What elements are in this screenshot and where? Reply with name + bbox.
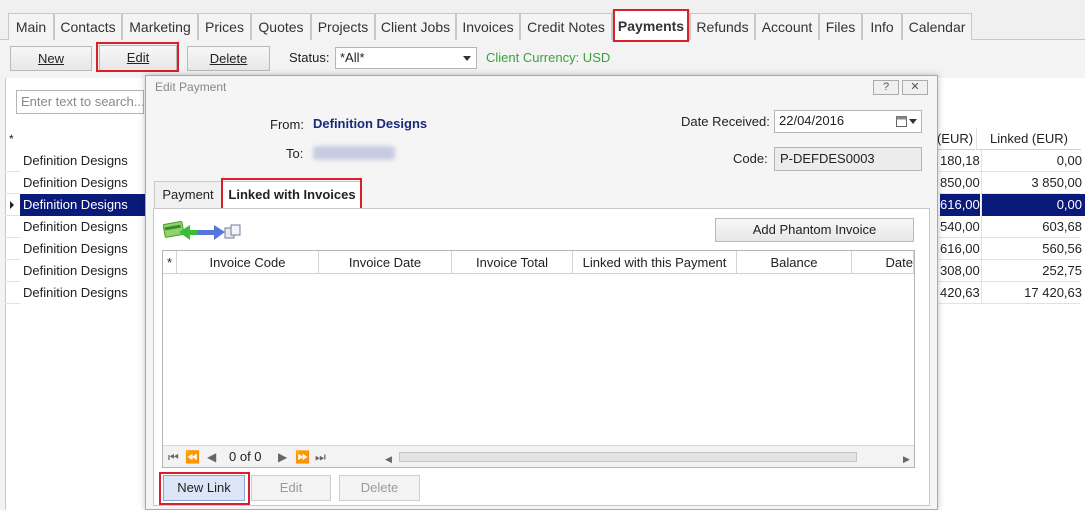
tab-contacts[interactable]: Contacts bbox=[54, 13, 122, 40]
tab-prices[interactable]: Prices bbox=[198, 13, 251, 40]
cell-linked: 3 850,00 bbox=[981, 172, 1085, 194]
cell-name: Definition Designs bbox=[20, 172, 146, 194]
cell-linked: 252,75 bbox=[981, 260, 1085, 282]
calendar-icon bbox=[896, 116, 907, 127]
cell-linked: 0,00 bbox=[981, 150, 1085, 172]
help-icon[interactable]: ? bbox=[873, 80, 899, 95]
chevron-down-icon bbox=[463, 56, 471, 61]
status-select[interactable]: *All* bbox=[335, 47, 477, 69]
cell-eur: 540,00 bbox=[940, 219, 980, 234]
new-link-button[interactable]: New Link bbox=[163, 475, 245, 501]
tab-main[interactable]: Main bbox=[8, 13, 54, 40]
column-header-indicator: * bbox=[163, 251, 177, 274]
previous-page-icon[interactable]: ⏪ bbox=[185, 449, 200, 465]
tab-refunds[interactable]: Refunds bbox=[690, 13, 755, 40]
cell-eur: 308,00 bbox=[940, 263, 980, 278]
tab-payment[interactable]: Payment bbox=[154, 181, 222, 209]
cell-name: Definition Designs bbox=[20, 260, 146, 282]
add-phantom-invoice-button[interactable]: Add Phantom Invoice bbox=[715, 218, 914, 242]
horizontal-scrollbar[interactable] bbox=[399, 452, 857, 462]
edit-button[interactable]: Edit bbox=[99, 45, 177, 71]
date-received-input[interactable]: 22/04/2016 bbox=[774, 110, 922, 133]
delete-link-button[interactable]: Delete bbox=[339, 475, 420, 501]
cell-linked: 0,00 bbox=[981, 194, 1085, 216]
cell-name: Definition Designs bbox=[20, 282, 146, 304]
chevron-down-icon bbox=[909, 119, 917, 124]
tab-marketing[interactable]: Marketing bbox=[122, 13, 198, 40]
tab-files[interactable]: Files bbox=[819, 13, 862, 40]
column-header-linked-eur[interactable]: Linked (EUR) bbox=[976, 128, 1081, 150]
status-select-value: *All* bbox=[340, 50, 365, 65]
new-row-indicator: * bbox=[9, 132, 14, 146]
from-value: Definition Designs bbox=[313, 116, 428, 131]
close-icon[interactable]: ✕ bbox=[902, 80, 928, 95]
cell-eur: 850,00 bbox=[940, 175, 980, 190]
column-header-invoice-date[interactable]: Invoice Date bbox=[319, 251, 452, 274]
delete-button[interactable]: Delete bbox=[187, 46, 270, 71]
new-button[interactable]: New bbox=[10, 46, 92, 71]
tab-info[interactable]: Info bbox=[862, 13, 902, 40]
next-record-icon[interactable]: ▶ bbox=[278, 449, 287, 465]
tab-credit-notes[interactable]: Credit Notes bbox=[520, 13, 612, 40]
last-page-icon[interactable]: ⏭ bbox=[315, 449, 326, 465]
cell-eur: 616,00 bbox=[940, 194, 980, 216]
dialog-title: Edit Payment bbox=[146, 76, 937, 98]
cell-eur: 180,18 bbox=[940, 153, 980, 168]
date-received-label: Date Received: bbox=[681, 114, 770, 129]
column-header-eur[interactable]: (EUR) bbox=[935, 128, 975, 150]
new-button-label: New bbox=[37, 51, 64, 66]
column-header-date[interactable]: Date bbox=[852, 251, 914, 274]
cell-eur: 420,63 bbox=[940, 285, 980, 300]
column-header-invoice-code[interactable]: Invoice Code bbox=[177, 251, 319, 274]
edit-link-button[interactable]: Edit bbox=[251, 475, 331, 501]
cell-name: Definition Designs bbox=[20, 216, 146, 238]
from-label: From: bbox=[270, 117, 304, 132]
grid-navigator: ⏮ ⏪ ◀ 0 of 0 ▶ ⏩ ⏭ ◀ ▶ bbox=[163, 445, 914, 467]
cell-name: Definition Designs bbox=[20, 238, 146, 260]
cell-name: Definition Designs bbox=[20, 194, 146, 216]
invoices-grid: * Invoice Code Invoice Date Invoice Tota… bbox=[162, 250, 915, 468]
delete-button-label: Delete bbox=[209, 51, 248, 66]
cell-linked: 17 420,63 bbox=[981, 282, 1085, 304]
row-indicator-icon bbox=[10, 201, 14, 209]
cell-linked: 560,56 bbox=[981, 238, 1085, 260]
tab-quotes[interactable]: Quotes bbox=[251, 13, 311, 40]
edit-button-label: Edit bbox=[126, 50, 150, 65]
code-label: Code: bbox=[733, 151, 768, 166]
cell-eur: 616,00 bbox=[940, 241, 980, 256]
tab-client-jobs[interactable]: Client Jobs bbox=[375, 13, 456, 40]
tab-calendar[interactable]: Calendar bbox=[902, 13, 972, 40]
search-input[interactable]: Enter text to search... bbox=[16, 90, 144, 114]
tab-account[interactable]: Account bbox=[755, 13, 819, 40]
cell-linked: 603,68 bbox=[981, 216, 1085, 238]
tab-invoices[interactable]: Invoices bbox=[456, 13, 520, 40]
to-label: To: bbox=[286, 146, 304, 161]
cell-name: Definition Designs bbox=[20, 150, 146, 172]
link-payment-invoice-icon bbox=[163, 221, 241, 240]
column-header-linked-with-payment[interactable]: Linked with this Payment bbox=[573, 251, 737, 274]
tab-payments[interactable]: Payments bbox=[612, 10, 690, 41]
date-received-value: 22/04/2016 bbox=[779, 113, 845, 128]
status-label: Status: bbox=[289, 50, 330, 65]
redacted-recipient bbox=[313, 146, 395, 160]
scroll-right-icon[interactable]: ▶ bbox=[903, 451, 910, 467]
next-page-icon[interactable]: ⏩ bbox=[295, 449, 310, 465]
previous-record-icon[interactable]: ◀ bbox=[207, 449, 216, 465]
pager-text: 0 of 0 bbox=[229, 449, 262, 464]
column-header-invoice-total[interactable]: Invoice Total bbox=[452, 251, 573, 274]
tab-linked-with-invoices[interactable]: Linked with Invoices bbox=[222, 181, 362, 209]
tab-projects[interactable]: Projects bbox=[311, 13, 375, 40]
first-page-icon[interactable]: ⏮ bbox=[168, 449, 179, 465]
code-field[interactable]: P-DEFDES0003 bbox=[774, 147, 922, 171]
client-currency-label: Client Currency: USD bbox=[486, 50, 611, 65]
column-header-balance[interactable]: Balance bbox=[737, 251, 852, 274]
scroll-left-icon[interactable]: ◀ bbox=[385, 451, 392, 467]
